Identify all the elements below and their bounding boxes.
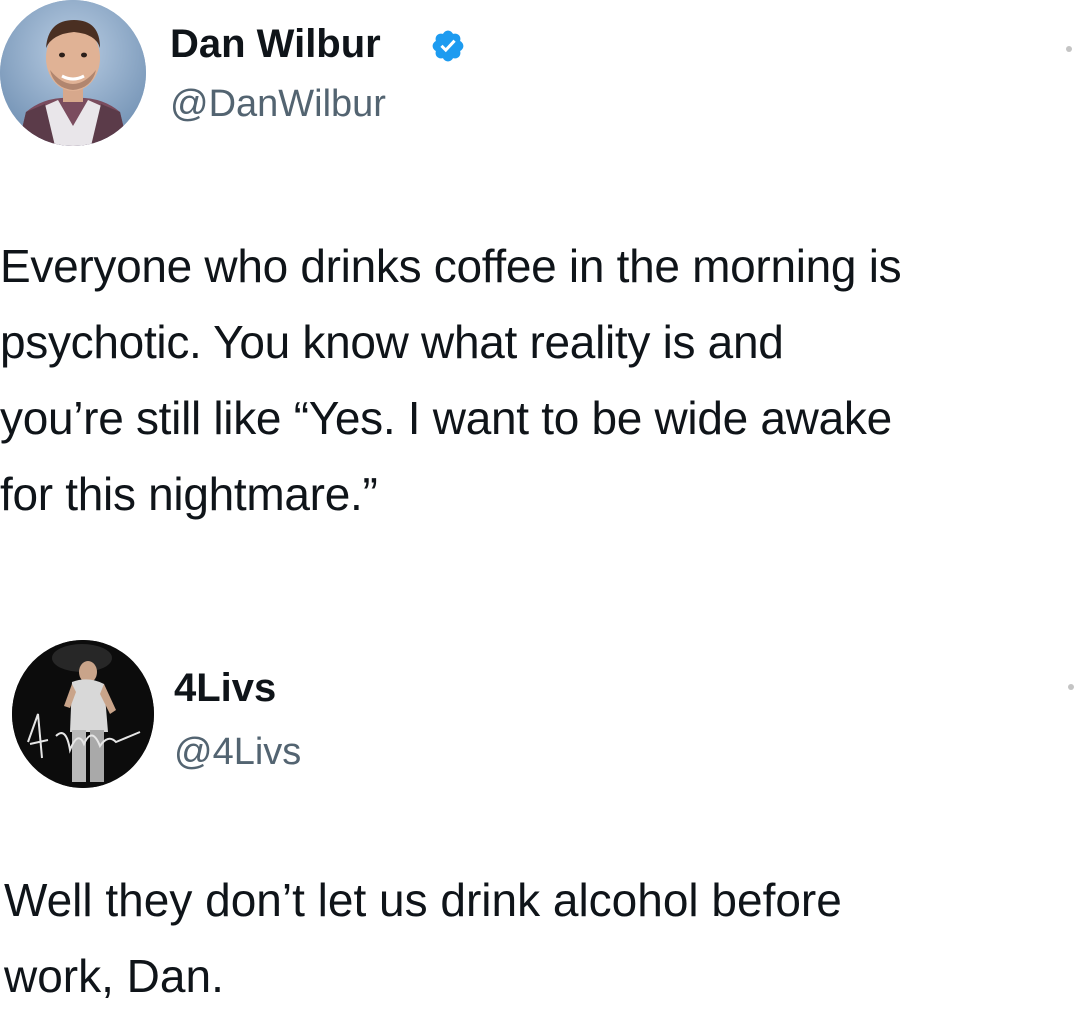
tweet: Dan Wilbur @DanWilbur Everyone who drink…	[0, 0, 1080, 560]
author-handle[interactable]: @DanWilbur	[170, 82, 386, 126]
tweet-text: Well they don’t let us drink alcohol bef…	[4, 874, 842, 1002]
author-display-name[interactable]: 4Livs	[174, 664, 276, 712]
more-options-icon[interactable]	[1068, 684, 1074, 690]
avatar[interactable]	[0, 0, 146, 146]
tweet-text: Everyone who drinks coffee in the mornin…	[0, 240, 902, 520]
reply-tweet: 4Livs @4Livs Well they don’t let us drin…	[0, 640, 1080, 1007]
author-handle[interactable]: @4Livs	[174, 730, 301, 774]
verified-badge-icon	[432, 30, 464, 62]
more-options-icon[interactable]	[1066, 46, 1072, 52]
avatar[interactable]	[12, 640, 154, 788]
author-display-name[interactable]: Dan Wilbur	[170, 20, 381, 68]
